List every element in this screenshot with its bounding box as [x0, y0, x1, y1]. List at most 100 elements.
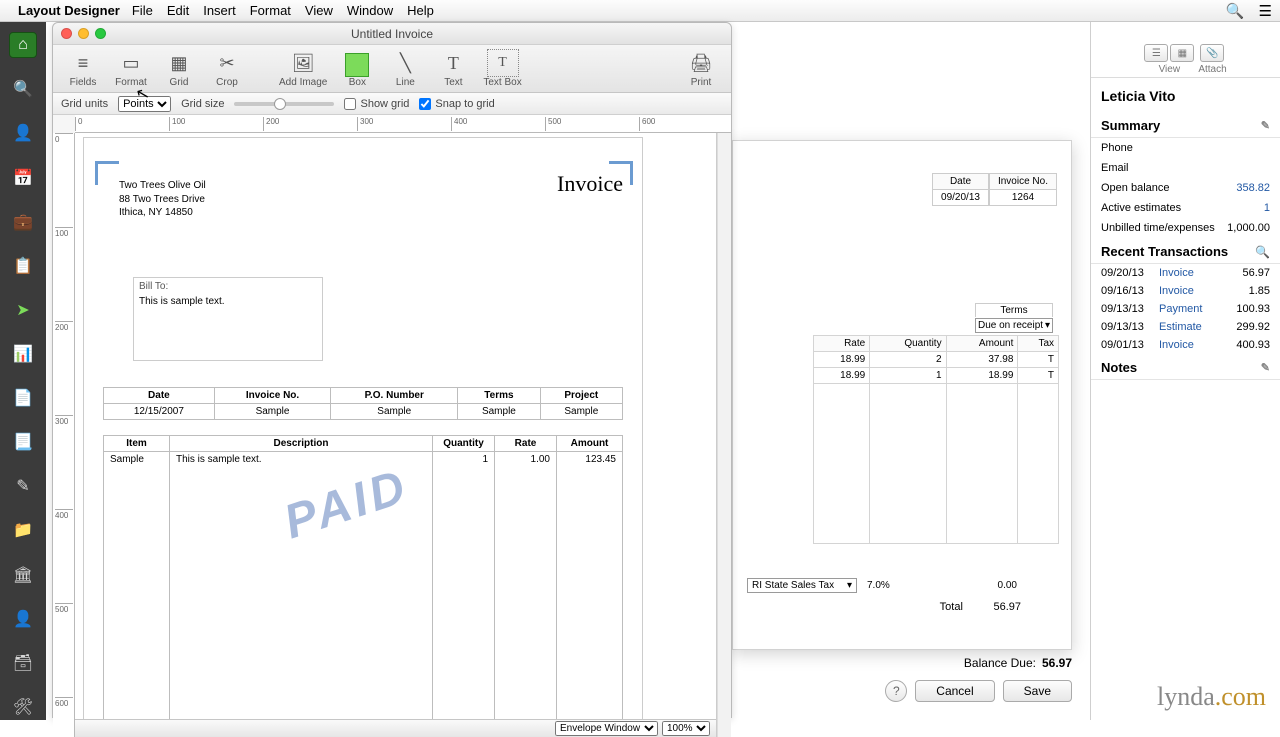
print-button[interactable]: 🖨Print	[679, 47, 723, 90]
underlying-invoice: Date 09/20/13 Invoice No. 1264 Terms Due…	[732, 140, 1072, 650]
notes-header: Notes ✎	[1091, 354, 1280, 380]
grid-size-slider[interactable]	[234, 102, 334, 106]
bg-items-table: Rate Quantity Amount Tax 18.99 2 37.98 T…	[813, 335, 1059, 544]
window-titlebar[interactable]: Untitled Invoice	[53, 23, 731, 45]
close-icon[interactable]	[61, 28, 72, 39]
sidebar-calendar-icon[interactable]: 📅	[9, 164, 37, 190]
menu-format[interactable]: Format	[250, 3, 291, 18]
box-button[interactable]: Box	[335, 51, 379, 90]
textbox-button[interactable]: TText Box	[479, 47, 525, 90]
sidebar-doc-icon[interactable]: 📄	[9, 385, 37, 411]
options-bar: Grid units Points Grid size Show grid Sn…	[53, 93, 731, 115]
menubar: Layout Designer File Edit Insert Format …	[0, 0, 1280, 22]
invoice-page: Two Trees Olive Oil 88 Two Trees Drive I…	[83, 137, 643, 727]
snap-grid-checkbox[interactable]: Snap to grid	[419, 98, 494, 110]
transaction-row[interactable]: 09/13/13Estimate299.92	[1091, 318, 1280, 336]
toolbar: ≡Fields ▭Format ▦Grid ✂Crop 🖼Add Image B…	[53, 45, 731, 93]
attach-icon[interactable]: 📎	[1200, 44, 1224, 62]
horizontal-ruler: 0 100 200 300 400 500 600	[75, 115, 731, 133]
sidebar-person-icon[interactable]: 👤	[9, 606, 37, 632]
window-title: Untitled Invoice	[351, 27, 433, 41]
crop-button[interactable]: ✂Crop	[205, 47, 249, 90]
text-button[interactable]: TText	[431, 47, 475, 90]
sidebar-edit-icon[interactable]: ✎	[9, 473, 37, 499]
summary-header: Summary ✎	[1091, 112, 1280, 138]
bg-terms-select[interactable]: Due on receipt▾	[975, 318, 1053, 333]
active-estimates-value[interactable]: 1	[1264, 202, 1270, 214]
cancel-button[interactable]: Cancel	[915, 680, 994, 702]
active-estimates-label: Active estimates	[1101, 202, 1181, 214]
open-balance-value[interactable]: 358.82	[1236, 182, 1270, 194]
view-list-icon[interactable]: ☰	[1144, 44, 1168, 62]
phone-label: Phone	[1101, 142, 1133, 154]
sidebar-arrow-icon[interactable]: ➤	[9, 297, 37, 323]
bg-row[interactable]: 18.99 2 37.98 T	[814, 352, 1059, 368]
sidebar-home-icon[interactable]: ⌂	[9, 32, 37, 58]
zoom-icon[interactable]	[95, 28, 106, 39]
list-icon[interactable]: ☰	[1259, 2, 1272, 20]
meta-table[interactable]: Date Invoice No. P.O. Number Terms Proje…	[103, 387, 623, 420]
menu-edit[interactable]: Edit	[167, 3, 189, 18]
open-balance-label: Open balance	[1101, 182, 1170, 194]
canvas-footer: Envelope Window 100%	[75, 719, 716, 737]
bg-invno-cell: Invoice No. 1264	[989, 173, 1057, 206]
grid-units-label: Grid units	[61, 98, 108, 110]
search-icon[interactable]: 🔍	[1255, 245, 1270, 259]
bg-tax-pct: 7.0%	[867, 580, 890, 591]
email-label: Email	[1101, 162, 1129, 174]
chevron-down-icon: ▾	[1045, 320, 1050, 331]
help-button[interactable]: ?	[885, 680, 907, 702]
sidebar-clipboard-icon[interactable]: 📋	[9, 253, 37, 279]
sidebar-tools-icon[interactable]: 🛠	[9, 694, 37, 720]
vertical-ruler: 0 100 200 300 400 500 600	[53, 133, 75, 737]
menu-help[interactable]: Help	[407, 3, 434, 18]
sidebar-briefcase-icon[interactable]: 💼	[9, 209, 37, 235]
transaction-row[interactable]: 09/13/13Payment100.93	[1091, 300, 1280, 318]
bg-tax-select[interactable]: RI State Sales Tax▾	[747, 578, 857, 593]
sidebar-user-icon[interactable]: 👤	[9, 120, 37, 146]
lynda-logo: lynda.com	[1157, 682, 1266, 712]
design-canvas[interactable]: Two Trees Olive Oil 88 Two Trees Drive I…	[75, 133, 717, 737]
grid-button[interactable]: ▦Grid	[157, 47, 201, 90]
bg-terms-label: Terms	[975, 303, 1053, 317]
crop-mark-icon	[95, 161, 119, 185]
company-address[interactable]: Two Trees Olive Oil 88 Two Trees Drive I…	[119, 179, 206, 220]
edit-icon[interactable]: ✎	[1261, 361, 1270, 374]
chevron-down-icon: ▾	[847, 580, 852, 591]
envelope-select[interactable]: Envelope Window	[555, 721, 658, 736]
sidebar-page-icon[interactable]: 📃	[9, 429, 37, 455]
transaction-row[interactable]: 09/16/13Invoice1.85	[1091, 282, 1280, 300]
add-image-button[interactable]: 🖼Add Image	[275, 47, 331, 90]
menu-file[interactable]: File	[132, 3, 153, 18]
app-title: Layout Designer	[18, 3, 120, 18]
sidebar-folder-icon[interactable]: 📁	[9, 517, 37, 543]
view-grid-icon[interactable]: ▦	[1170, 44, 1194, 62]
transaction-row[interactable]: 09/01/13Invoice400.93	[1091, 336, 1280, 354]
vertical-scrollbar[interactable]	[717, 133, 731, 737]
grid-size-label: Grid size	[181, 98, 224, 110]
save-button[interactable]: Save	[1003, 680, 1072, 702]
recent-header: Recent Transactions 🔍	[1091, 238, 1280, 264]
bg-total: Total 56.97	[940, 601, 1021, 613]
zoom-select[interactable]: 100%	[662, 721, 710, 736]
sidebar-bank-icon[interactable]: 🏛	[9, 561, 37, 587]
unbilled-value: 1,000.00	[1227, 222, 1270, 234]
sidebar-box-icon[interactable]: 🗃	[9, 650, 37, 676]
show-grid-checkbox[interactable]: Show grid	[344, 98, 409, 110]
fields-button[interactable]: ≡Fields	[61, 47, 105, 90]
transaction-row[interactable]: 09/20/13Invoice56.97	[1091, 264, 1280, 282]
layout-designer-window: Untitled Invoice ≡Fields ▭Format ▦Grid ✂…	[52, 22, 732, 718]
menu-window[interactable]: Window	[347, 3, 393, 18]
menu-insert[interactable]: Insert	[203, 3, 236, 18]
bg-row[interactable]: 18.99 1 18.99 T	[814, 368, 1059, 384]
spotlight-icon[interactable]: 🔍	[1226, 2, 1245, 20]
edit-icon[interactable]: ✎	[1261, 119, 1270, 132]
invoice-title[interactable]: Invoice	[557, 171, 623, 197]
menu-view[interactable]: View	[305, 3, 333, 18]
minimize-icon[interactable]	[78, 28, 89, 39]
bg-tax-amt: 0.00	[998, 580, 1017, 591]
line-button[interactable]: ╲Line	[383, 47, 427, 90]
sidebar-chart-icon[interactable]: 📊	[9, 341, 37, 367]
sidebar-search-icon[interactable]: 🔍	[9, 76, 37, 102]
bill-to-box[interactable]: Bill To: This is sample text.	[133, 277, 323, 361]
